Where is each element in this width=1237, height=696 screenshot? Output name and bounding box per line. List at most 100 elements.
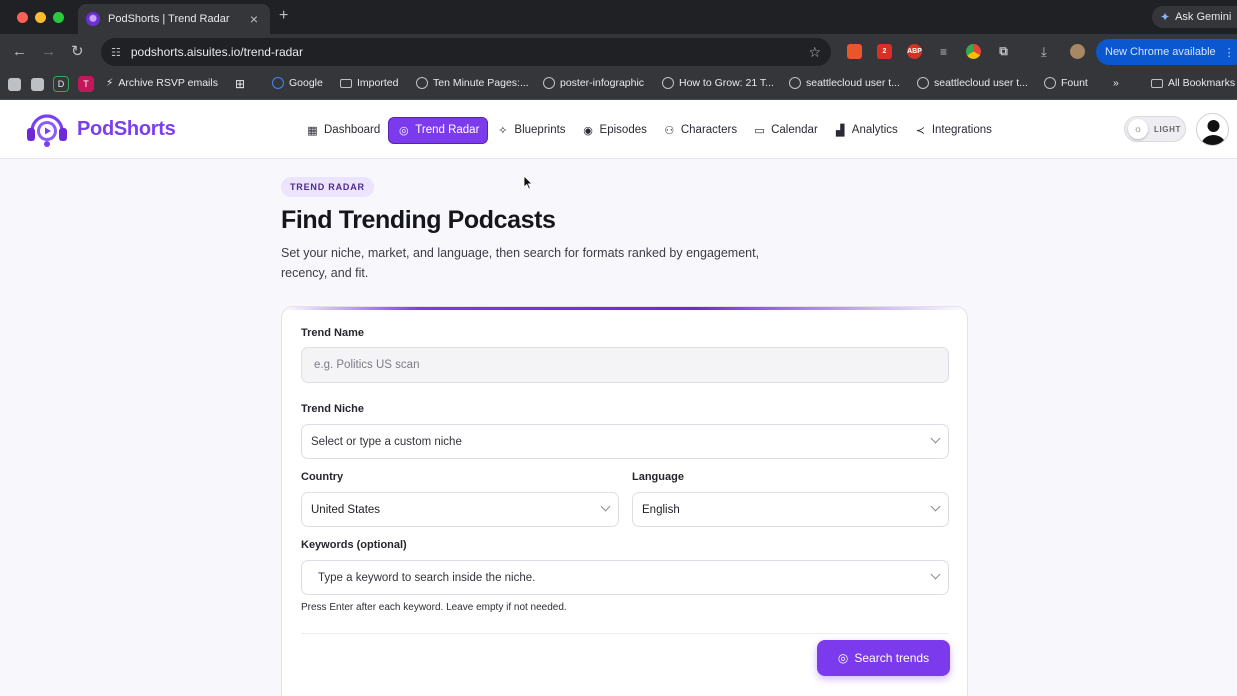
chart-icon: ▟ <box>836 124 845 137</box>
google-icon <box>272 77 284 89</box>
bookmark-label: Google <box>289 77 323 89</box>
bookmark-label: seattlecloud user t... <box>934 77 1028 89</box>
all-bookmarks-folder[interactable]: All Bookmarks <box>1151 77 1235 89</box>
ext-fox-icon[interactable] <box>847 44 862 59</box>
bookmark-archive-rsvp[interactable]: ⚡ Archive RSVP emails <box>106 77 218 89</box>
keywords-input[interactable]: Type a keyword to search inside the nich… <box>301 560 949 595</box>
address-bar[interactable]: ☷ podshorts.aisuites.io/trend-radar ☆ <box>101 38 831 66</box>
reload-icon[interactable]: ↻ <box>71 43 84 61</box>
bookmark-square-icon[interactable] <box>31 78 44 91</box>
nav-analytics[interactable]: ▟ Analytics <box>826 117 906 144</box>
keywords-placeholder: Type a keyword to search inside the nich… <box>318 571 536 584</box>
back-arrow-icon[interactable]: ← <box>12 43 27 61</box>
trend-niche-placeholder: Select or type a custom niche <box>311 435 462 448</box>
sparkle-icon: ✧ <box>498 124 508 137</box>
bookmark-t-badge[interactable]: T <box>78 76 94 92</box>
more-bookmarks-icon[interactable]: » <box>1113 77 1119 89</box>
share-icon: ≺ <box>915 124 925 137</box>
bookmark-seattlecloud-2[interactable]: seattlecloud user t... <box>917 77 1028 89</box>
gemini-sparkle-icon: ✦ <box>1160 10 1171 24</box>
bookmark-fount[interactable]: Fount <box>1044 77 1088 89</box>
ext-badge-icon[interactable]: 2 <box>877 44 892 59</box>
bookmark-label: Fount <box>1061 77 1088 89</box>
trend-name-label: Trend Name <box>301 327 364 339</box>
chevron-down-icon <box>930 569 941 580</box>
user-avatar[interactable] <box>1196 113 1229 146</box>
bookmarks-bar: D T ⚡ Archive RSVP emails ⊞ Google Impor… <box>0 70 1237 100</box>
theme-toggle[interactable]: ☼ LIGHT <box>1124 116 1186 142</box>
calendar-icon: ▭ <box>754 124 765 137</box>
nav-characters[interactable]: ⚇ Characters <box>655 117 745 144</box>
users-icon: ⚇ <box>664 124 675 137</box>
user-silhouette-icon <box>1201 120 1226 145</box>
globe-icon <box>1044 77 1056 89</box>
trend-name-input[interactable]: e.g. Politics US scan <box>301 347 949 383</box>
country-label: Country <box>301 471 344 483</box>
downloads-icon[interactable]: ⤓ <box>1041 43 1047 61</box>
bookmark-imported[interactable]: Imported <box>340 77 398 89</box>
bookmark-google[interactable]: Google <box>272 77 323 89</box>
kebab-menu-icon[interactable]: ⋮ <box>1224 46 1235 59</box>
trend-name-placeholder: e.g. Politics US scan <box>314 359 420 371</box>
sun-icon: ☼ <box>1128 119 1148 139</box>
country-select[interactable]: United States <box>301 492 619 527</box>
ext-abp-icon[interactable]: ABP <box>907 44 922 59</box>
nav-calendar[interactable]: ▭ Calendar <box>745 117 826 144</box>
site-info-icon[interactable]: ☷ <box>111 46 121 59</box>
nav-trend-radar[interactable]: ◎ Trend Radar <box>388 116 489 144</box>
trend-niche-select[interactable]: Select or type a custom niche <box>301 424 949 459</box>
bookmark-square-icon[interactable] <box>8 78 21 91</box>
search-trends-label: Search trends <box>854 651 930 665</box>
chrome-update-button[interactable]: New Chrome available ⋮ <box>1096 39 1237 65</box>
radar-icon: ◎ <box>837 651 849 665</box>
main-nav: ▦ Dashboard ◎ Trend Radar ✧ Blueprints ◉… <box>298 116 1000 144</box>
window-minimize-icon[interactable] <box>35 12 46 23</box>
bookmark-seattlecloud-1[interactable]: seattlecloud user t... <box>789 77 900 89</box>
folder-icon <box>1151 78 1163 88</box>
language-label: Language <box>632 471 684 483</box>
ext-puzzle-icon[interactable]: ⧉ <box>996 44 1011 59</box>
bookmark-label: Ten Minute Pages:... <box>433 77 529 89</box>
bookmark-star-icon[interactable]: ☆ <box>808 44 821 61</box>
window-maximize-icon[interactable] <box>53 12 64 23</box>
search-trends-button[interactable]: ◎ Search trends <box>817 640 950 676</box>
nav-label: Analytics <box>851 124 898 136</box>
headphones-logo-icon <box>23 109 71 149</box>
ask-gemini-button[interactable]: ✦ Ask Gemini <box>1152 6 1237 28</box>
nav-integrations[interactable]: ≺ Integrations <box>906 117 1000 144</box>
bookmark-ten-minute-pages[interactable]: Ten Minute Pages:... <box>416 77 529 89</box>
window-close-icon[interactable] <box>17 12 28 23</box>
ext-menu-icon[interactable]: ≡ <box>936 44 951 59</box>
ask-gemini-label: Ask Gemini <box>1175 11 1232 23</box>
nav-label: Blueprints <box>514 124 566 136</box>
bookmark-d-badge[interactable]: D <box>53 76 69 92</box>
theme-label: LIGHT <box>1154 124 1181 134</box>
form-divider <box>301 633 949 634</box>
bookmark-label: How to Grow: 21 T... <box>679 77 774 89</box>
language-select[interactable]: English <box>632 492 949 527</box>
bookmark-poster-infographic[interactable]: poster-infographic <box>543 77 644 89</box>
new-tab-icon[interactable]: + <box>279 7 288 25</box>
ext-chrome-icon[interactable] <box>966 44 981 59</box>
tab-close-icon[interactable]: × <box>246 11 262 27</box>
podshorts-app: PodShorts ▦ Dashboard ◎ Trend Radar ✧ Bl… <box>0 100 1237 696</box>
bookmark-how-to-grow[interactable]: How to Grow: 21 T... <box>662 77 774 89</box>
bookmark-label: All Bookmarks <box>1168 77 1236 89</box>
bookmark-label: seattlecloud user t... <box>806 77 900 89</box>
globe-icon <box>416 77 428 89</box>
page-title: Find Trending Podcasts <box>281 206 556 234</box>
podshorts-logo[interactable]: PodShorts <box>23 109 176 149</box>
bookmark-label: poster-infographic <box>560 77 645 89</box>
keywords-label: Keywords (optional) <box>301 539 407 551</box>
nav-blueprints[interactable]: ✧ Blueprints <box>488 117 573 144</box>
nav-label: Dashboard <box>324 124 381 136</box>
bookmark-label: Archive RSVP emails <box>118 77 218 89</box>
apps-grid-icon[interactable]: ⊞ <box>235 77 245 91</box>
nav-dashboard[interactable]: ▦ Dashboard <box>298 117 388 144</box>
chevron-down-icon <box>930 433 941 444</box>
profile-avatar-icon[interactable] <box>1070 44 1085 59</box>
nav-episodes[interactable]: ◉ Episodes <box>574 117 655 144</box>
forward-arrow-icon[interactable]: → <box>41 43 56 61</box>
nav-label: Integrations <box>931 124 992 136</box>
browser-tab-active[interactable]: PodShorts | Trend Radar × <box>78 4 270 34</box>
